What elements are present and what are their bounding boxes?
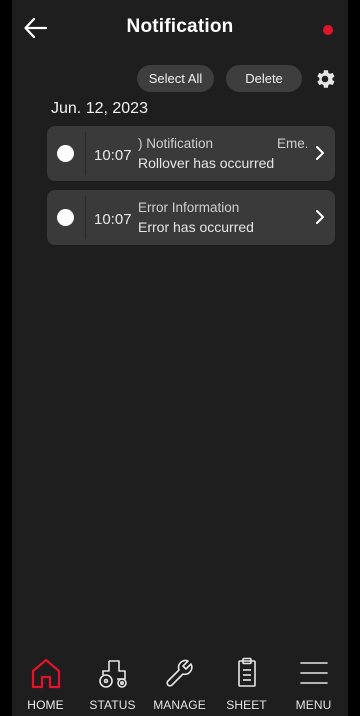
clipboard-icon	[237, 657, 256, 687]
home-icon	[31, 658, 60, 689]
bottom-nav: HOME STATUS MANAGE SHEET MENU	[12, 648, 348, 716]
notification-time: 10:07	[94, 147, 132, 164]
page-title: Notification	[126, 16, 234, 37]
nav-manage[interactable]: MANAGE	[146, 648, 213, 716]
date-group-label: Jun. 12, 2023	[51, 100, 148, 117]
nav-label: STATUS	[89, 698, 136, 712]
notification-message: Error has occurred	[138, 219, 254, 235]
notification-screen: Notification Select All Delete Jun. 12, …	[0, 0, 360, 716]
notification-time: 10:07	[94, 211, 132, 228]
nav-label: SHEET	[226, 698, 267, 712]
nav-home[interactable]: HOME	[12, 648, 79, 716]
card-divider	[85, 132, 86, 175]
action-bar: Select All Delete	[12, 65, 348, 93]
select-radio[interactable]	[57, 209, 74, 226]
notification-tag: Eme...	[277, 136, 307, 151]
notification-title: ) Notification	[138, 136, 214, 151]
chevron-right-icon	[316, 146, 324, 160]
gear-icon[interactable]	[313, 67, 337, 91]
notification-card[interactable]: 10:07 Error Information Error has occurr…	[47, 190, 335, 245]
nav-label: MENU	[295, 698, 332, 712]
wrench-icon	[165, 659, 193, 687]
card-divider	[85, 196, 86, 239]
nav-label: HOME	[27, 698, 64, 712]
header: Notification	[12, 0, 348, 58]
menu-icon	[299, 662, 328, 684]
delete-button[interactable]: Delete	[226, 65, 302, 92]
select-radio[interactable]	[57, 145, 74, 162]
notification-card[interactable]: 10:07 ) Notification Eme... Rollover has…	[47, 126, 335, 181]
nav-status[interactable]: STATUS	[79, 648, 146, 716]
nav-sheet[interactable]: SHEET	[213, 648, 280, 716]
status-indicator-dot	[323, 25, 333, 35]
chevron-right-icon	[316, 210, 324, 224]
notification-title: Error Information	[138, 200, 240, 215]
tractor-icon	[98, 660, 127, 688]
select-all-button[interactable]: Select All	[137, 65, 214, 92]
notification-message: Rollover has occurred	[138, 155, 275, 171]
nav-label: MANAGE	[153, 698, 206, 712]
nav-menu[interactable]: MENU	[280, 648, 347, 716]
app-panel: Notification Select All Delete Jun. 12, …	[12, 0, 348, 648]
